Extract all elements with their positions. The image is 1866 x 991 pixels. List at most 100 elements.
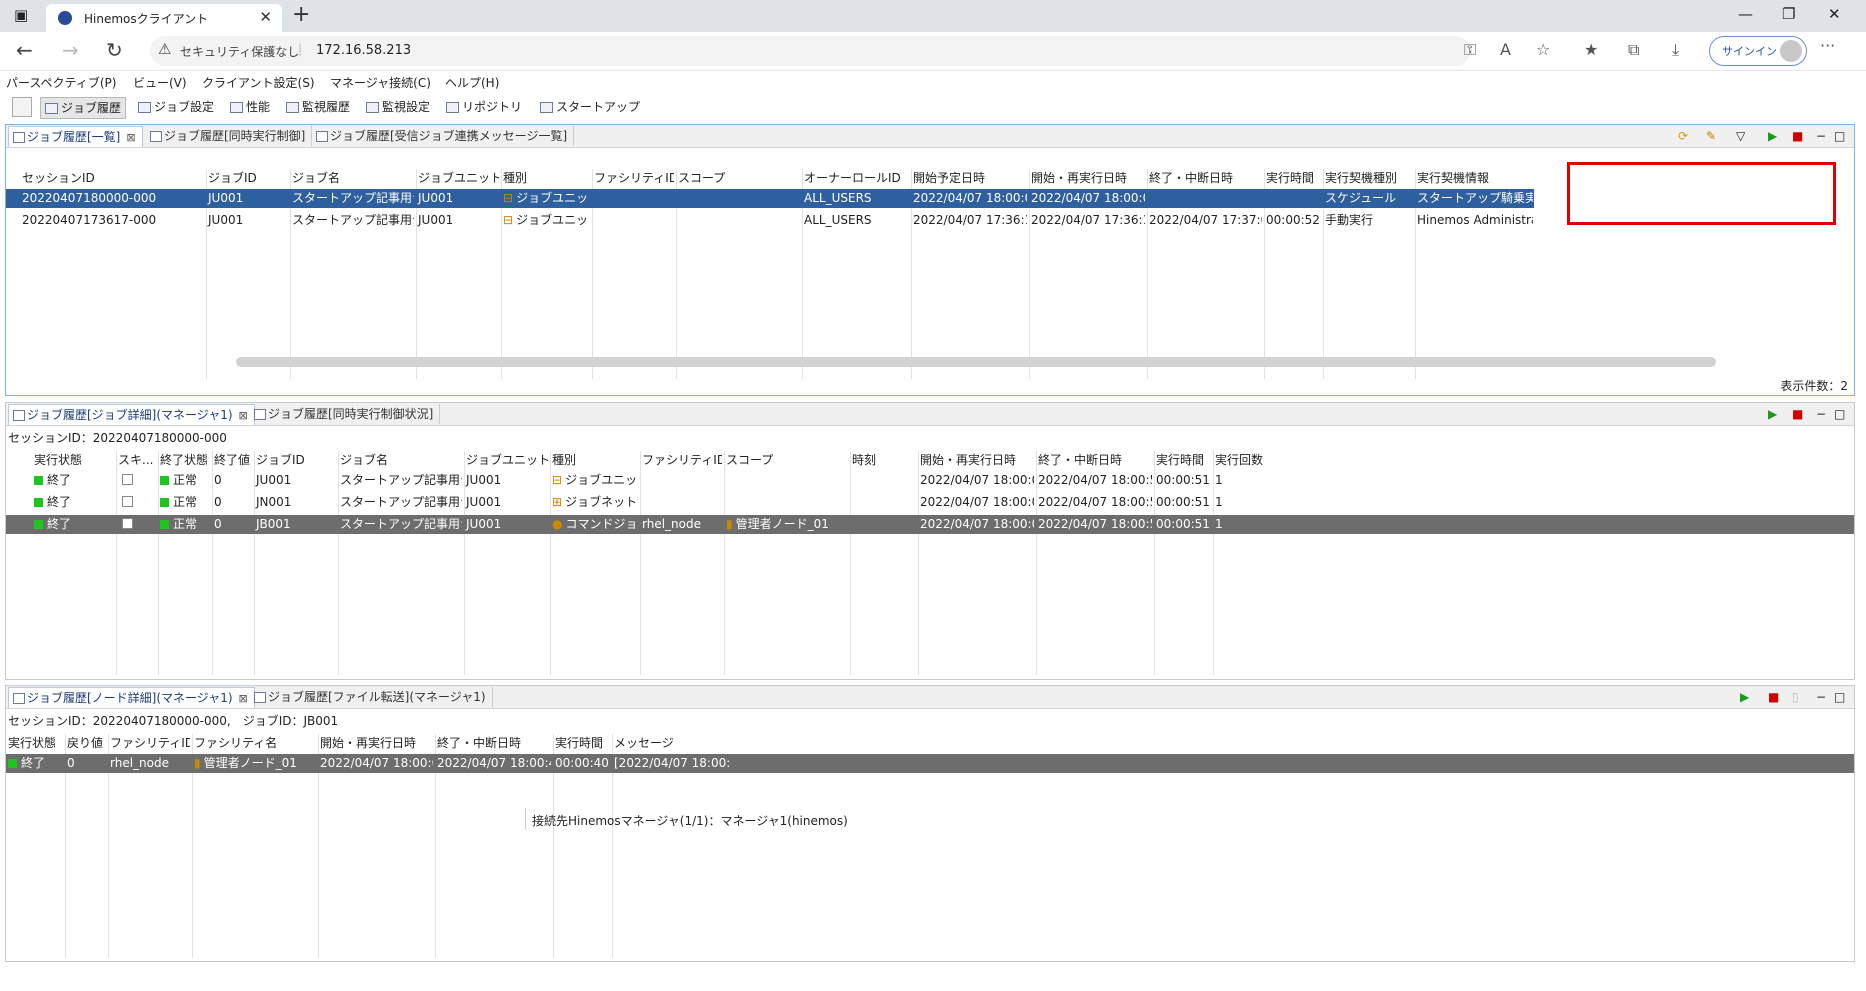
column-header[interactable]: 種別	[552, 451, 638, 469]
stop-icon[interactable]: ■	[1768, 690, 1779, 704]
column-header[interactable]: ジョブ名	[340, 451, 462, 469]
tab-concurrency-control[interactable]: ジョブ履歴[同時実行制御]	[146, 126, 313, 146]
column-header[interactable]: 実行契機情報	[1417, 169, 1533, 187]
tab-job-history-list[interactable]: ジョブ履歴[一覧] ⊠	[8, 126, 143, 147]
signin-button[interactable]: サインイン	[1709, 36, 1807, 66]
forward-icon[interactable]: →	[62, 38, 79, 62]
perspective-performance[interactable]: 性能	[226, 97, 274, 117]
stop-icon[interactable]: ■	[1792, 407, 1803, 421]
column-header[interactable]: 実行状態	[8, 734, 63, 752]
collections-icon[interactable]: ⧉	[1628, 40, 1639, 60]
column-header[interactable]: 実行時間	[1266, 169, 1321, 187]
menu-client-settings[interactable]: クライアント設定(S)	[202, 74, 315, 91]
window-close-icon[interactable]: ✕	[1828, 5, 1841, 23]
column-header[interactable]: 実行回数	[1215, 451, 1331, 469]
browser-tab[interactable]: Hinemosクライアント ✕	[46, 4, 282, 32]
start-icon[interactable]: ▶	[1740, 690, 1749, 704]
close-view-icon[interactable]: ⊠	[239, 692, 248, 705]
skip-checkbox[interactable]	[122, 518, 133, 529]
column-header[interactable]: ジョブユニット...	[466, 451, 548, 469]
column-header[interactable]: 実行時間	[555, 734, 610, 752]
column-header[interactable]: メッセージ	[614, 734, 730, 752]
column-header[interactable]: ジョブユニット...	[418, 169, 499, 187]
table-row[interactable]: 20220407173617-000 JU001 スタートアップ記事用ジ... JU0…	[6, 211, 1534, 230]
column-header[interactable]: 終了値	[214, 451, 252, 469]
perspective-repository[interactable]: リポジトリ	[442, 97, 526, 117]
minimize-view-icon[interactable]: −	[1816, 407, 1826, 421]
downloads-icon[interactable]: ⤓	[1672, 40, 1679, 60]
tab-actions-icon[interactable]: ▣	[14, 6, 28, 24]
tab-node-detail[interactable]: ジョブ履歴[ノード詳細](マネージャ1) ⊠	[8, 687, 255, 708]
table-row[interactable]: 終了 正常 0 JB001 スタートアップ記事用ジ... JU001 ●コマンドジョブ rhe…	[6, 515, 1854, 534]
read-aloud-icon[interactable]: A	[1500, 40, 1511, 59]
column-header[interactable]: ジョブID	[256, 451, 336, 469]
maximize-icon[interactable]: ❐	[1782, 5, 1795, 23]
column-header[interactable]: 実行状態	[34, 451, 114, 469]
table-row[interactable]: 20220407180000-000 JU001 スタートアップ記事用ジ... JU0…	[6, 189, 1534, 208]
menu-perspective[interactable]: パースペクティブ(P)	[6, 74, 116, 91]
table-row[interactable]: 終了 正常 0 JU001 スタートアップ記事用ジ... JU001 ⊟ジョブユニット 202…	[6, 471, 1854, 490]
maximize-view-icon[interactable]: □	[1834, 129, 1845, 143]
perspective-job-settings[interactable]: ジョブ設定	[134, 97, 218, 117]
column-header[interactable]: 種別	[503, 169, 590, 187]
column-header[interactable]: オーナーロールID	[804, 169, 909, 187]
add-favorite-icon[interactable]: ☆	[1536, 40, 1550, 59]
column-header[interactable]: 戻り値	[67, 734, 106, 752]
stop-icon[interactable]: ■	[1792, 129, 1803, 143]
column-header[interactable]: スコープ	[678, 169, 800, 187]
column-header[interactable]: 開始・再実行日時	[920, 451, 1034, 469]
refresh-icon[interactable]: ⟳	[1678, 129, 1688, 143]
column-header[interactable]: 終了・中断日時	[1149, 169, 1262, 187]
menu-help[interactable]: ヘルプ(H)	[445, 74, 499, 91]
minimize-icon[interactable]: —	[1738, 5, 1753, 23]
maximize-view-icon[interactable]: □	[1834, 690, 1845, 704]
column-header[interactable]: 時刻	[852, 451, 916, 469]
column-header[interactable]: ファシリティID	[642, 451, 722, 469]
tab-file-transfer[interactable]: ジョブ履歴[ファイル転送](マネージャ1)	[250, 687, 493, 707]
column-header[interactable]: 終了状態	[160, 451, 210, 469]
minimize-view-icon[interactable]: −	[1816, 129, 1826, 143]
close-tab-icon[interactable]: ✕	[259, 8, 272, 26]
reload-icon[interactable]: ↻	[106, 38, 123, 62]
column-header[interactable]: 実行契機種別	[1325, 169, 1413, 187]
perspective-job-history[interactable]: ジョブ履歴	[40, 97, 127, 119]
favorites-icon[interactable]: ★	[1584, 40, 1598, 59]
start-icon[interactable]: ▶	[1768, 129, 1777, 143]
column-header[interactable]: ファシリティID	[110, 734, 190, 752]
new-tab-icon[interactable]: +	[292, 2, 310, 27]
horizontal-scrollbar[interactable]	[236, 357, 1716, 367]
column-header[interactable]: 開始予定日時	[913, 169, 1027, 187]
column-header[interactable]: 実行時間	[1156, 451, 1211, 469]
tab-concurrency-status[interactable]: ジョブ履歴[同時実行制御状況]	[250, 404, 441, 424]
perspective-startup[interactable]: スタートアップ	[536, 97, 644, 117]
back-icon[interactable]: ←	[16, 38, 33, 62]
more-menu-icon[interactable]: ···	[1820, 36, 1835, 55]
close-view-icon[interactable]: ⊠	[239, 409, 248, 422]
menu-manager-connection[interactable]: マネージャ接続(C)	[330, 74, 431, 91]
start-icon[interactable]: ▶	[1768, 407, 1777, 421]
column-header[interactable]: ファシリティ名	[194, 734, 316, 752]
column-header[interactable]: 開始・再実行日時	[320, 734, 433, 752]
maximize-view-icon[interactable]: □	[1834, 407, 1845, 421]
perspective-monitor-settings[interactable]: 監視設定	[362, 97, 434, 117]
filter-edit-icon[interactable]: ✎	[1706, 129, 1716, 143]
column-header[interactable]: スコープ	[726, 451, 848, 469]
column-header[interactable]: ジョブ名	[292, 169, 414, 187]
column-header[interactable]: セッションID	[22, 169, 204, 187]
perspective-monitor-history[interactable]: 監視履歴	[282, 97, 354, 117]
address-bar[interactable]: ⚠ セキュリティ保護なし | 172.16.58.213	[150, 36, 1470, 66]
table-row[interactable]: 終了 0 rhel_node ▮管理者ノード_01 2022/04/07 18:00:0…	[6, 754, 1854, 773]
tab-job-detail[interactable]: ジョブ履歴[ジョブ詳細](マネージャ1) ⊠	[8, 404, 255, 425]
column-header[interactable]: 終了・中断日時	[437, 734, 551, 752]
close-view-icon[interactable]: ⊠	[126, 131, 135, 144]
tab-received-messages[interactable]: ジョブ履歴[受信ジョブ連携メッセージ一覧]	[312, 126, 575, 146]
skip-checkbox[interactable]	[122, 496, 133, 507]
column-header[interactable]: 終了・中断日時	[1038, 451, 1152, 469]
open-perspective-icon[interactable]	[12, 97, 32, 117]
column-header[interactable]: 開始・再実行日時	[1031, 169, 1145, 187]
skip-checkbox[interactable]	[122, 474, 133, 485]
table-row[interactable]: 終了 正常 0 JN001 スタートアップ記事用ジ... JU001 ⊞ジョブネット 2022…	[6, 493, 1854, 512]
column-header[interactable]: ファシリティID	[594, 169, 674, 187]
column-header[interactable]: ジョブID	[208, 169, 288, 187]
key-icon[interactable]: ⚿	[1464, 40, 1476, 60]
